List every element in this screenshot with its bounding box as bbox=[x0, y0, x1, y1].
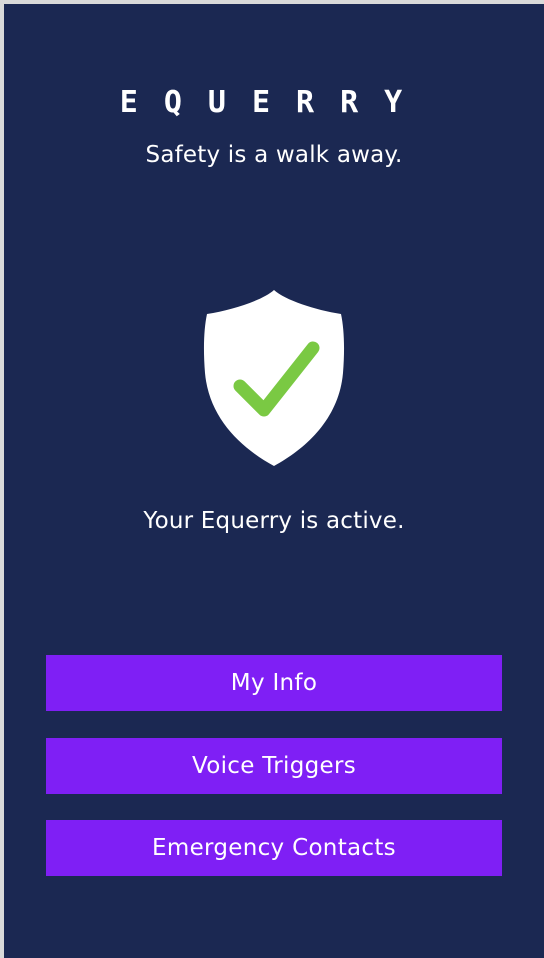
status-text: Your Equerry is active. bbox=[143, 508, 405, 534]
emergency-contacts-button[interactable]: Emergency Contacts bbox=[46, 820, 502, 876]
app-logo: EQUERRY bbox=[120, 85, 428, 120]
shield-check-icon bbox=[203, 290, 345, 466]
tagline: Safety is a walk away. bbox=[145, 142, 403, 168]
voice-triggers-button[interactable]: Voice Triggers bbox=[46, 738, 502, 794]
app-screen: EQUERRY Safety is a walk away. Your Eque… bbox=[4, 4, 544, 958]
my-info-button[interactable]: My Info bbox=[46, 655, 502, 711]
app-logo-text: EQUERRY bbox=[120, 85, 428, 120]
